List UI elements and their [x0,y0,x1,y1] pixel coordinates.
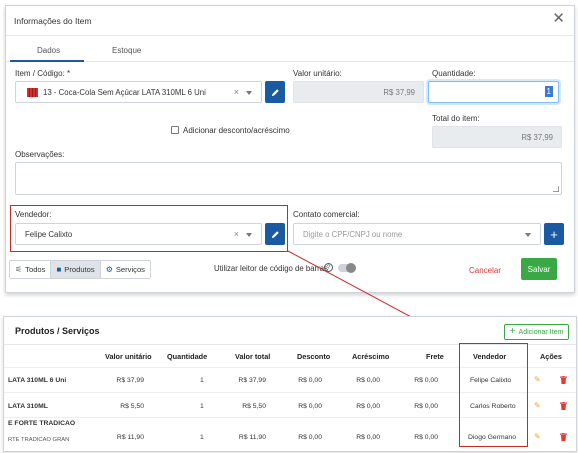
col-header-discount: Desconto [297,352,331,361]
quantity-input[interactable]: 1 [428,81,559,103]
quantity-value: 1 [544,86,553,97]
clear-icon[interactable]: × [234,229,239,239]
tab-bar: Dados Estoque [6,36,574,62]
row2-addition: R$ 0,00 [356,403,380,410]
total-label: Total do item: [432,114,480,123]
filter-produtos-button[interactable]: ■ Produtos [51,261,101,278]
save-button[interactable]: Salvar [521,258,557,280]
row1-addition: R$ 0,00 [356,377,380,384]
filter-servicos-label: Serviços [115,265,145,274]
row2-discount: R$ 0,00 [298,403,322,410]
row1-freight: R$ 0,00 [414,377,438,384]
row2-freight: R$ 0,00 [414,403,438,410]
total-field: R$ 37,99 [432,126,562,148]
unit-price-field: R$ 37,99 [293,81,424,103]
row3-freight: R$ 0,00 [414,434,438,441]
barcode-label: Utilizar leitor de código de barras [214,264,328,273]
trash-icon[interactable] [560,402,567,410]
row2-unit-price: R$ 5,50 [120,403,144,410]
modal-title: Informações do Item [14,16,92,26]
help-icon[interactable]: ? [324,263,333,272]
services-icon: ⚙ [105,264,113,274]
row2-product-name: LATA 310ML [8,403,48,410]
seller-column-highlight-box [459,343,528,447]
row1-discount: R$ 0,00 [298,377,322,384]
box-icon: ■ [56,264,62,274]
unit-price-label: Valor unitário: [293,69,342,78]
plus-icon: + [550,226,558,242]
filter-todos-label: Todos [25,265,46,274]
row2-quantity: 1 [200,403,204,410]
row3-product-name: E FORTE TRADICAO [8,420,76,427]
discount-label[interactable]: Adicionar desconto/acréscimo [183,126,290,135]
row1-unit-price: R$ 37,99 [116,377,144,384]
filter-servicos-button[interactable]: ⚙ Serviços [100,261,150,278]
pencil-icon [271,230,279,238]
tab-estoque[interactable]: Estoque [112,46,141,55]
filter-icon: ⚟ [15,264,23,274]
products-title: Produtos / Serviços [15,326,100,336]
modal-header: Informações do Item ✕ [6,6,574,36]
row3-discount: R$ 0,00 [298,434,322,441]
active-tab-indicator [10,60,84,62]
total-value: R$ 37,99 [521,133,553,142]
discount-checkbox[interactable] [171,126,179,134]
add-item-label: Adicionar Item [518,328,564,336]
col-header-total: Valor total [235,352,271,361]
resize-handle-icon[interactable] [553,186,559,192]
edit-icon[interactable]: ✎ [534,401,541,410]
chevron-down-icon[interactable] [525,233,531,237]
row3-total: R$ 11,90 [238,434,266,441]
add-contact-button[interactable]: + [544,223,564,245]
row2-total: R$ 5,50 [242,403,266,410]
barcode-toggle[interactable] [338,263,356,273]
observations-textarea[interactable] [15,162,562,195]
observations-label: Observações: [15,150,65,159]
edit-item-button[interactable] [265,81,285,103]
edit-icon[interactable]: ✎ [534,432,541,441]
quantity-label: Quantidade: [432,69,476,78]
contact-select[interactable]: Digite o CPF/CNPJ ou nome [293,223,541,245]
item-select[interactable]: 13 - Coca-Cola Sem Açúcar LATA 310ML 6 U… [15,81,262,103]
trash-icon[interactable] [560,433,567,441]
filter-produtos-label: Produtos [64,265,95,274]
pencil-icon [271,88,279,96]
row3-unit-price: R$ 11,90 [116,434,144,441]
add-item-button[interactable]: + Adicionar Item [504,324,569,340]
row1-product-name: LATA 310ML 6 Uni [8,377,67,384]
row3-product-subname: RTE TRADICAO GRAN [8,437,70,443]
col-header-actions: Ações [540,352,562,361]
row3-quantity: 1 [200,434,204,441]
contact-label: Contato comercial: [293,210,360,219]
product-flag-icon [27,88,38,97]
col-header-quantity: Quantidade [167,352,208,361]
tab-dados[interactable]: Dados [37,46,60,55]
chevron-down-icon[interactable] [246,233,252,237]
edit-seller-button[interactable] [265,223,285,245]
cancel-button[interactable]: Cancelar [463,261,507,280]
item-select-value: 13 - Coca-Cola Sem Açúcar LATA 310ML 6 U… [43,88,206,97]
unit-price-value: R$ 37,99 [383,88,415,97]
products-card: Produtos / Serviços + Adicionar Item Val… [3,316,577,452]
edit-icon[interactable]: ✎ [534,375,541,384]
row3-addition: R$ 0,00 [356,434,380,441]
row1-total: R$ 37,99 [238,377,266,384]
clear-icon[interactable]: × [234,87,239,97]
row1-quantity: 1 [200,377,204,384]
col-header-addition: Acréscimo [352,352,390,361]
col-header-freight: Frete [426,352,444,361]
contact-placeholder: Digite o CPF/CNPJ ou nome [303,230,403,239]
item-code-label: Item / Código: * [15,69,71,78]
seller-label: Vendedor: [15,210,52,219]
filter-group: ⚟ Todos ■ Produtos ⚙ Serviços [9,260,151,279]
plus-icon: + [509,326,516,337]
col-header-unit-price: Valor unitário [105,352,152,361]
filter-todos-button[interactable]: ⚟ Todos [10,261,52,278]
trash-icon[interactable] [560,376,567,384]
close-icon[interactable]: ✕ [552,11,565,26]
chevron-down-icon[interactable] [246,91,252,95]
toggle-knob [346,263,356,273]
seller-select[interactable]: Felipe Calixto × [15,223,262,245]
seller-select-value: Felipe Calixto [25,230,73,239]
